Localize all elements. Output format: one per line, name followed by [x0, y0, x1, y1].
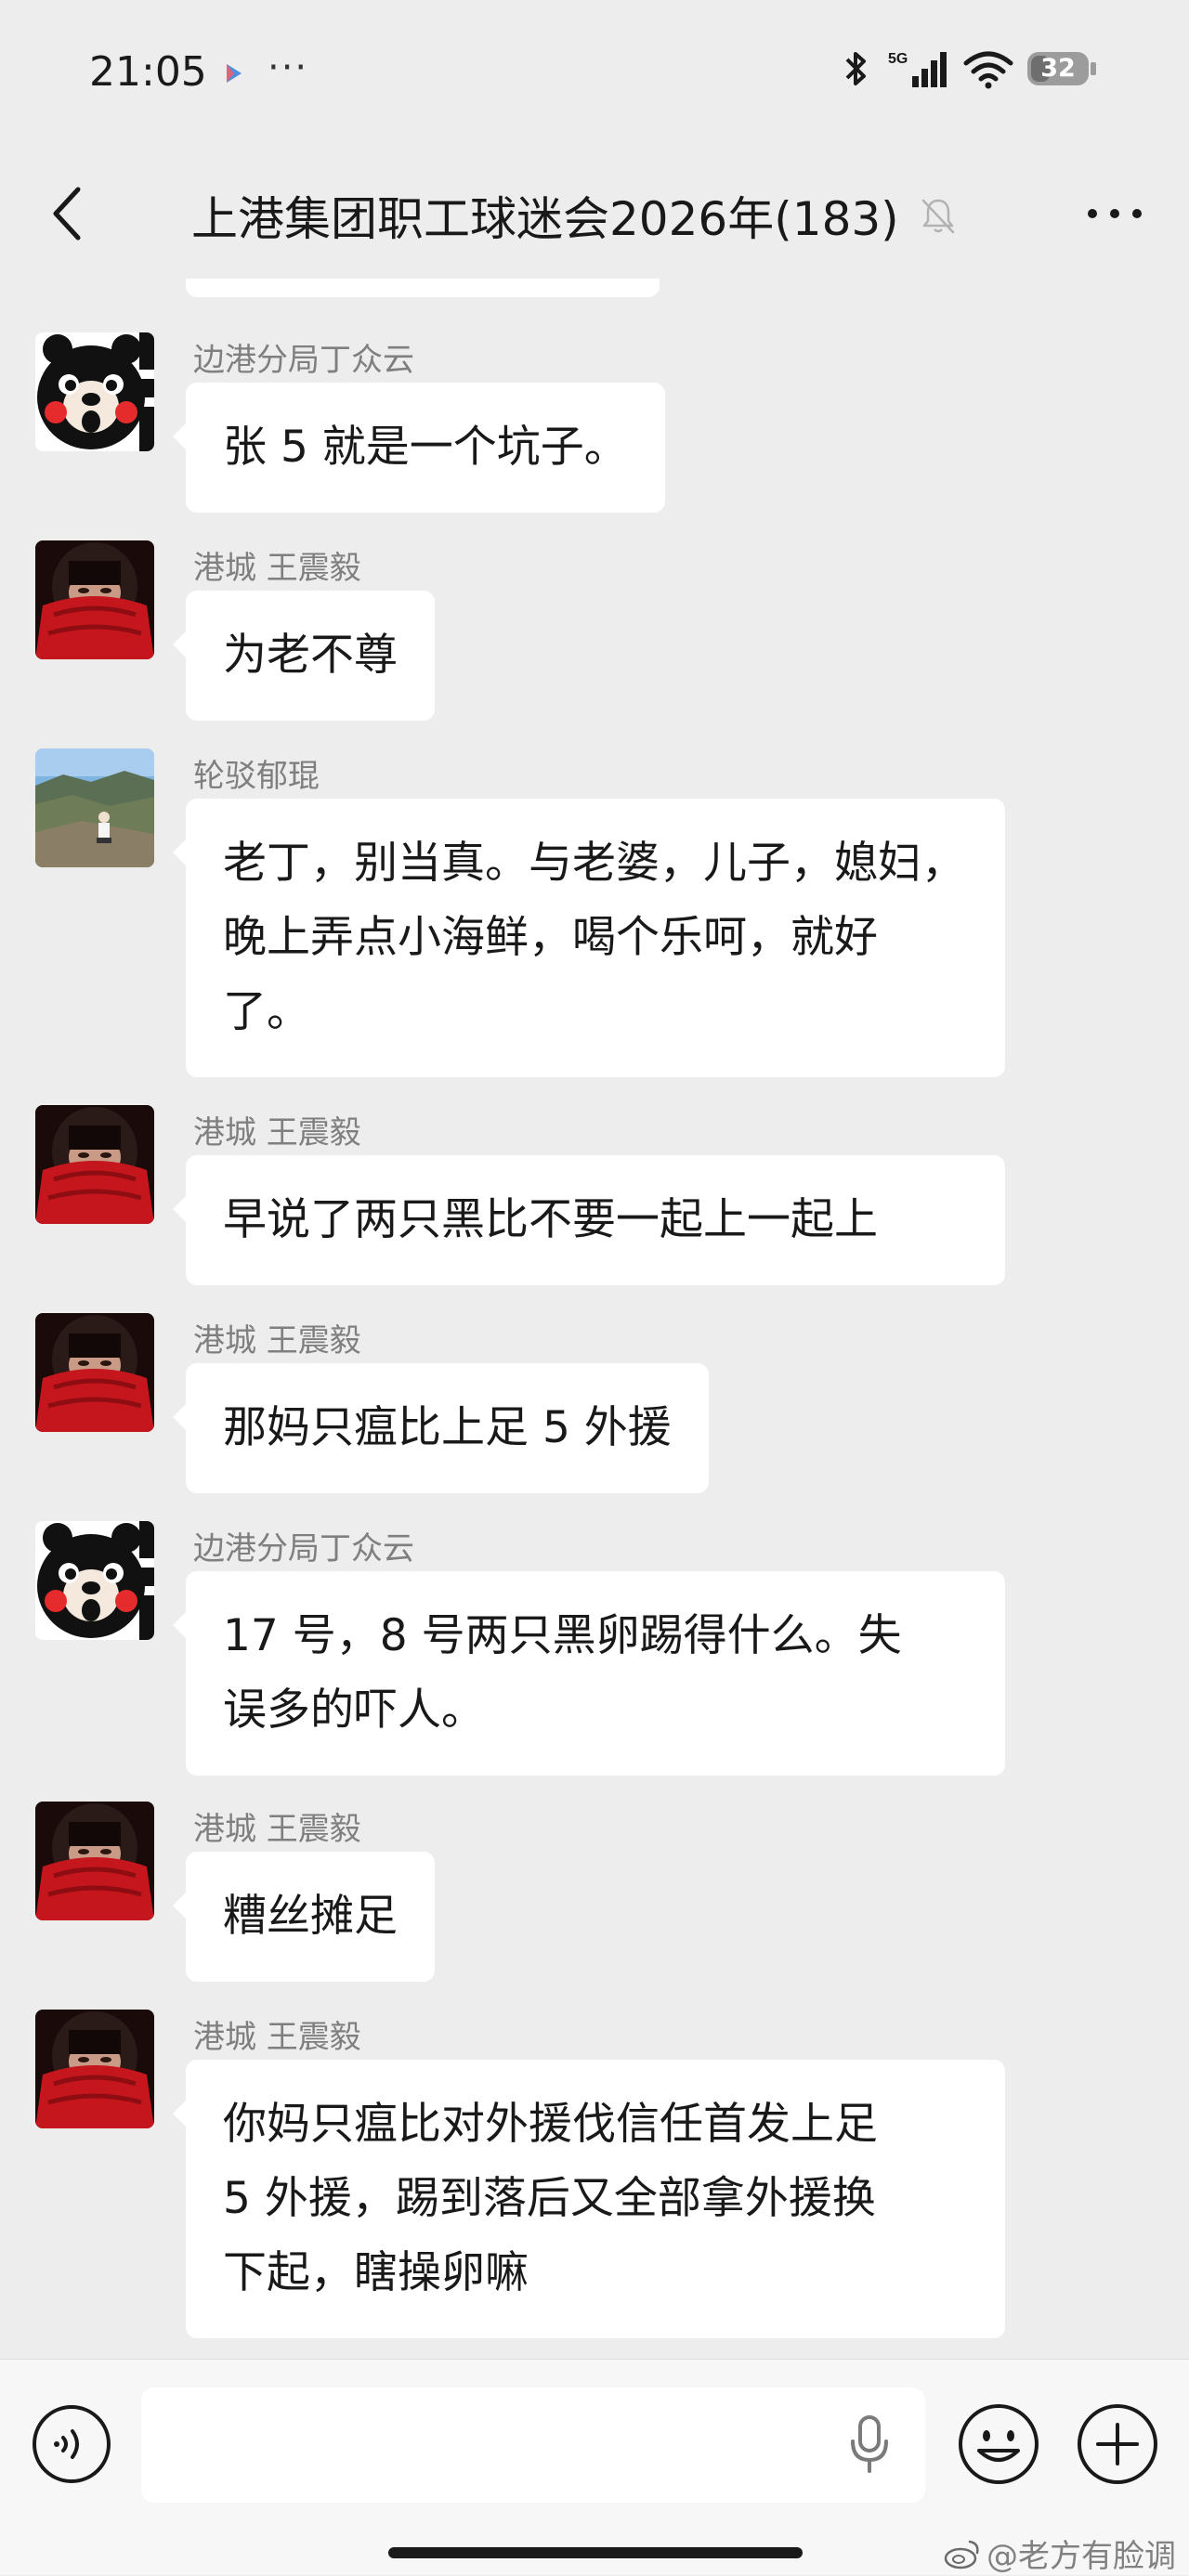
message-bubble[interactable]: 你妈只瘟比对外援伐信任首发上足 5 外援，踢到落后又全部拿外援换 下起，瞎操卵嘛 [173, 2060, 1005, 2338]
more-dots-icon [1088, 209, 1142, 218]
message-text: 那妈只瘟比上足 5 外援 [223, 1402, 672, 1453]
emoji-icon[interactable] [957, 2402, 1040, 2486]
sender-name: 港城 王震毅 [193, 2019, 361, 2056]
message-bubble[interactable]: 17 号，8 号两只黑卵踢得什么。失 误多的吓人。 [173, 1571, 1005, 1776]
message-text-line: 17 号，8 号两只黑卵踢得什么。失 [223, 1610, 902, 1661]
sender-name: 港城 王震毅 [193, 1114, 361, 1151]
message-text-line: 你妈只瘟比对外援伐信任首发上足 [223, 2099, 878, 2150]
home-indicator[interactable] [388, 2547, 803, 2558]
status-bar: 21:05 ··· 5G 32 [0, 0, 1189, 149]
sender-name: 港城 王震毅 [193, 1811, 361, 1848]
more-options-button[interactable] [1078, 180, 1152, 247]
message-bubble[interactable]: 为老不尊 [173, 591, 435, 721]
message-text: 早说了两只黑比不要一起上一起上 [223, 1194, 878, 1245]
message-text-line: 晚上弄点小海鲜，喝个乐呵，就好 [223, 912, 878, 963]
message-text-line: 5 外援，踢到落后又全部拿外援换 [223, 2173, 876, 2224]
microphone-icon[interactable] [845, 2413, 894, 2475]
chat-title-area: 上港集团职工球迷会2026年(183) [191, 182, 959, 249]
weibo-logo-icon [944, 2540, 979, 2569]
red-scarf-avatar[interactable] [35, 2010, 154, 2128]
sender-name: 港城 王震毅 [193, 550, 361, 587]
message-bubble[interactable]: 糟丝摊足 [173, 1852, 435, 1982]
watermark: @老方有脸调 [944, 2530, 1176, 2576]
network-type-label: 5G [888, 51, 908, 67]
mountain-photo-avatar[interactable] [35, 748, 154, 867]
message-text-line: 误多的吓人。 [223, 1685, 485, 1736]
input-toolbar: @老方有脸调 [0, 2359, 1189, 2575]
status-more-icon: ··· [268, 46, 309, 89]
chat-title: 上港集团职工球迷会2026年(183) [191, 192, 899, 246]
cellular-signal-icon: 5G [888, 51, 947, 87]
muted-bell-icon [921, 199, 954, 234]
bluetooth-icon [845, 52, 866, 85]
battery-level: 32 [1040, 54, 1076, 83]
sender-name: 边港分局丁众云 [193, 1530, 414, 1568]
watermark-text: @老方有脸调 [986, 2538, 1176, 2575]
message-text: 张 5 就是一个坑子。 [223, 422, 628, 473]
video-app-icon [227, 64, 242, 83]
battery-icon: 32 [1027, 50, 1098, 87]
red-scarf-avatar[interactable] [35, 540, 154, 659]
message-text-line: 下起，瞎操卵嘛 [223, 2247, 529, 2298]
voice-input-icon[interactable] [32, 2404, 111, 2484]
message-bubble[interactable]: 张 5 就是一个坑子。 [173, 383, 665, 513]
sender-name: 边港分局丁众云 [193, 342, 414, 379]
message-text: 为老不尊 [223, 630, 398, 681]
back-arrow-icon [53, 187, 81, 241]
message-text-line: 老丁，别当真。与老婆，儿子，媳妇， [223, 838, 965, 889]
message-bubble[interactable]: 老丁，别当真。与老婆，儿子，媳妇， 晚上弄点小海鲜，喝个乐呵，就好 了。 [173, 799, 1005, 1077]
message-bubble[interactable]: 那妈只瘟比上足 5 外援 [173, 1363, 709, 1493]
message-bubble[interactable]: 早说了两只黑比不要一起上一起上 [173, 1155, 1005, 1285]
red-scarf-avatar[interactable] [35, 1105, 154, 1224]
chat-header: 上港集团职工球迷会2026年(183) [0, 149, 1189, 279]
message-input[interactable] [141, 2387, 925, 2503]
previous-message-bubble [186, 279, 660, 297]
plus-icon[interactable] [1076, 2402, 1159, 2486]
wifi-icon [963, 51, 1013, 89]
sender-name: 港城 王震毅 [193, 1322, 361, 1360]
sender-name: 轮驳郁琨 [193, 758, 320, 795]
bear-avatar[interactable] [35, 1521, 154, 1640]
bear-avatar[interactable] [35, 332, 154, 451]
message-text-line: 了。 [223, 986, 310, 1037]
message-list[interactable]: 边港分局丁众云 张 5 就是一个坑子。 港城 王震毅 为老不尊 轮驳郁琨 老丁，… [0, 279, 1189, 2359]
red-scarf-avatar[interactable] [35, 1802, 154, 1920]
status-icons: 5G 32 [840, 48, 1098, 89]
status-time: 21:05 [89, 48, 207, 96]
back-button[interactable] [37, 180, 97, 247]
red-scarf-avatar[interactable] [35, 1313, 154, 1432]
message-text: 糟丝摊足 [223, 1891, 398, 1942]
